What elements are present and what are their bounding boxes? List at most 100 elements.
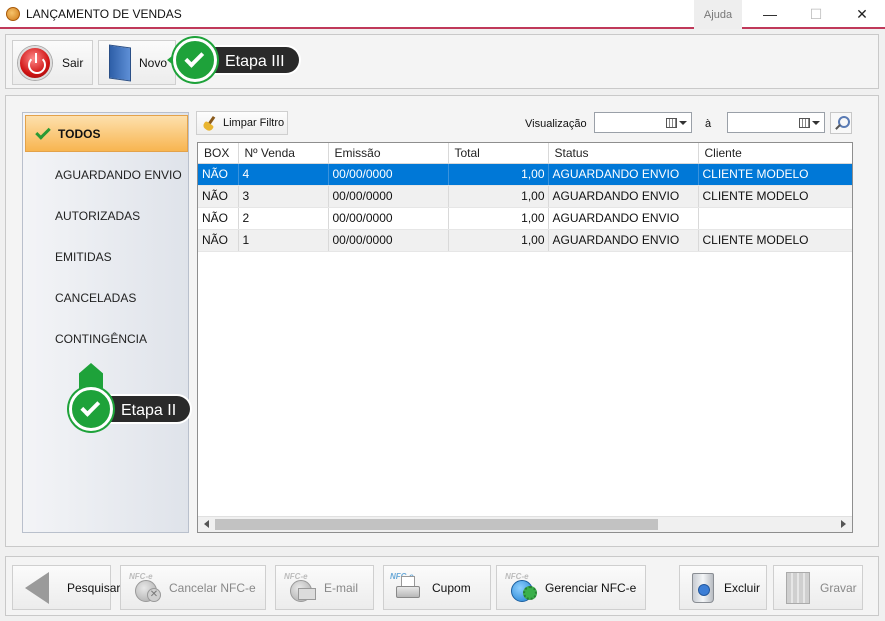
bottom-toolbar: Pesquisar NFC-e ✕ Cancelar NFC-e NFC-e E… xyxy=(5,556,879,616)
cell-emissao: 00/00/0000 xyxy=(328,229,449,252)
column-header-status[interactable]: Status xyxy=(548,143,699,164)
cancel-nfce-button[interactable]: NFC-e ✕ Cancelar NFC-e xyxy=(120,565,266,610)
save-icon xyxy=(786,571,810,604)
cell-venda: 4 xyxy=(238,163,329,186)
to-label: à xyxy=(705,118,712,130)
column-header-emissao[interactable]: Emissão xyxy=(328,143,449,164)
cell-venda: 3 xyxy=(238,185,329,208)
check-circle-icon xyxy=(69,387,113,431)
title-bar: LANÇAMENTO DE VENDAS Ajuda — ☐ ✕ xyxy=(0,0,885,29)
sidebar-item-autorizadas[interactable]: AUTORIZADAS xyxy=(23,196,188,236)
manage-nfce-button[interactable]: NFC-e Gerenciar NFC-e xyxy=(496,565,646,610)
step-2-callout: Etapa II xyxy=(69,363,193,431)
sidebar-item-aguardando-envio[interactable]: AGUARDANDO ENVIO xyxy=(23,155,188,195)
view-label: Visualização xyxy=(525,118,587,130)
horizontal-scrollbar[interactable] xyxy=(198,516,852,532)
sidebar-item-emitidas[interactable]: EMITIDAS xyxy=(23,237,188,277)
cell-status: AGUARDANDO ENVIO xyxy=(548,185,699,208)
status-sidebar: TODOS AGUARDANDO ENVIO AUTORIZADAS EMITI… xyxy=(22,112,189,533)
nfe-badge: NFC-e xyxy=(505,571,529,581)
broom-icon xyxy=(203,116,217,130)
exit-button[interactable]: Sair xyxy=(12,40,93,85)
cell-cliente: CLIENTE MODELO xyxy=(698,163,852,186)
step-3-label: Etapa III xyxy=(209,45,301,75)
column-header-box[interactable]: BOX xyxy=(198,143,239,164)
cell-total: 1,00 xyxy=(448,207,549,230)
maximize-button: ☐ xyxy=(809,6,823,22)
column-header-total[interactable]: Total xyxy=(448,143,549,164)
cell-status: AGUARDANDO ENVIO xyxy=(548,229,699,252)
delete-button[interactable]: Excluir xyxy=(679,565,767,610)
sidebar-item-label: AGUARDANDO ENVIO xyxy=(55,168,182,182)
step-3-callout: Etapa III xyxy=(167,38,301,82)
column-header-cliente[interactable]: Cliente xyxy=(698,143,852,164)
printer-icon: NFC-e xyxy=(390,572,426,604)
cancel-nfce-label: Cancelar NFC-e xyxy=(169,580,256,595)
nfe-badge: NFC-e xyxy=(129,571,153,581)
table-row[interactable]: NÃO 1 00/00/0000 1,00 AGUARDANDO ENVIO C… xyxy=(198,229,852,252)
chevron-right-icon[interactable] xyxy=(841,520,846,528)
back-arrow-icon xyxy=(25,571,49,604)
nfe-badge: NFC-e xyxy=(284,571,308,581)
clear-filter-button[interactable]: Limpar Filtro xyxy=(196,111,288,135)
minimize-button[interactable]: — xyxy=(747,0,793,28)
cell-emissao: 00/00/0000 xyxy=(328,163,449,186)
step-2-label: Etapa II xyxy=(105,394,193,424)
nfe-email-icon: NFC-e xyxy=(282,572,318,604)
cell-total: 1,00 xyxy=(448,185,549,208)
cell-status: AGUARDANDO ENVIO xyxy=(548,163,699,186)
new-button-label: Novo xyxy=(139,55,168,70)
app-icon xyxy=(6,7,20,21)
cell-box: NÃO xyxy=(198,185,239,208)
cell-venda: 2 xyxy=(238,207,329,230)
new-document-icon xyxy=(109,43,131,82)
table-row[interactable]: NÃO 2 00/00/0000 1,00 AGUARDANDO ENVIO xyxy=(198,207,852,230)
table-header-row: BOX Nº Venda Emissão Total Status Client… xyxy=(198,143,852,164)
window-title: LANÇAMENTO DE VENDAS xyxy=(26,7,182,21)
cell-cliente: CLIENTE MODELO xyxy=(698,185,852,208)
cell-emissao: 00/00/0000 xyxy=(328,207,449,230)
checkmark-icon xyxy=(35,124,51,140)
coupon-button[interactable]: NFC-e Cupom xyxy=(383,565,491,610)
cell-box: NÃO xyxy=(198,229,239,252)
help-button[interactable]: Ajuda xyxy=(694,0,742,29)
close-button[interactable]: ✕ xyxy=(839,0,885,28)
sidebar-item-todos[interactable]: TODOS xyxy=(25,115,188,152)
date-from-field[interactable] xyxy=(594,112,692,133)
search-icon[interactable] xyxy=(830,112,852,134)
sidebar-item-canceladas[interactable]: CANCELADAS xyxy=(23,278,188,318)
sidebar-item-contingencia[interactable]: CONTINGÊNCIA xyxy=(23,319,188,359)
clear-filter-label: Limpar Filtro xyxy=(223,117,285,129)
cell-venda: 1 xyxy=(238,229,329,252)
chevron-left-icon[interactable] xyxy=(204,520,209,528)
cell-cliente xyxy=(698,207,852,230)
cell-emissao: 00/00/0000 xyxy=(328,185,449,208)
scrollbar-thumb[interactable] xyxy=(215,519,658,530)
table-row[interactable]: NÃO 3 00/00/0000 1,00 AGUARDANDO ENVIO C… xyxy=(198,185,852,208)
sales-grid: BOX Nº Venda Emissão Total Status Client… xyxy=(197,142,853,533)
chevron-down-icon xyxy=(812,121,820,125)
main-panel: TODOS AGUARDANDO ENVIO AUTORIZADAS EMITI… xyxy=(5,95,879,547)
exit-button-label: Sair xyxy=(62,55,84,70)
sales-table: BOX Nº Venda Emissão Total Status Client… xyxy=(198,143,852,252)
calendar-icon xyxy=(799,118,810,128)
sidebar-item-label: EMITIDAS xyxy=(55,250,112,264)
table-row[interactable]: NÃO 4 00/00/0000 1,00 AGUARDANDO ENVIO C… xyxy=(198,163,852,186)
cell-total: 1,00 xyxy=(448,229,549,252)
manage-nfce-label: Gerenciar NFC-e xyxy=(545,580,637,595)
save-button[interactable]: Gravar xyxy=(773,565,863,610)
cell-cliente: CLIENTE MODELO xyxy=(698,229,852,252)
sidebar-item-label: CANCELADAS xyxy=(55,291,137,305)
search-button[interactable]: Pesquisar xyxy=(12,565,120,610)
nfe-cancel-icon: NFC-e ✕ xyxy=(127,572,163,604)
column-header-venda[interactable]: Nº Venda xyxy=(238,143,329,164)
email-button-label: E-mail xyxy=(324,580,359,595)
search-button-label: Pesquisar xyxy=(67,580,121,595)
email-button[interactable]: NFC-e E-mail xyxy=(275,565,374,610)
date-to-field[interactable] xyxy=(727,112,825,133)
sidebar-item-label: AUTORIZADAS xyxy=(55,209,141,223)
cell-box: NÃO xyxy=(198,207,239,230)
top-toolbar: Sair Novo xyxy=(5,34,879,89)
new-button[interactable]: Novo xyxy=(98,40,176,85)
calendar-icon xyxy=(666,118,677,128)
